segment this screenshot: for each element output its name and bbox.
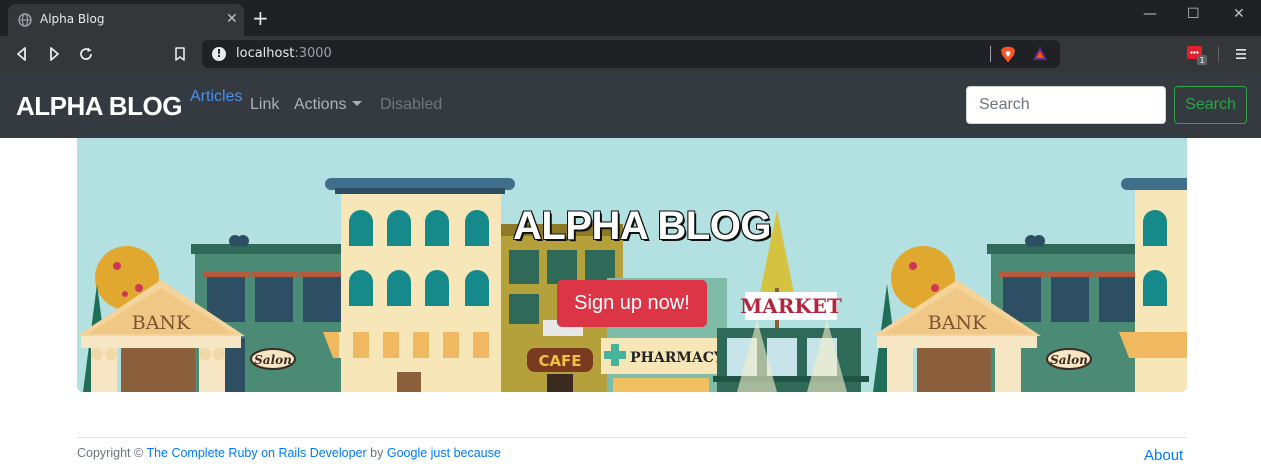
url-text[interactable]: localhost:3000 (236, 46, 332, 61)
signup-button[interactable]: Sign up now! (557, 280, 707, 327)
footer-copyright: Copyright © The Complete Ruby on Rails D… (77, 446, 501, 460)
search-input[interactable] (966, 86, 1166, 124)
toolbar-divider (1218, 46, 1219, 62)
nav-actions-dropdown[interactable]: Actions (294, 96, 363, 114)
bank-sign: BANK (132, 312, 191, 334)
extension-icon[interactable]: 1 (1187, 45, 1207, 65)
back-icon[interactable] (14, 46, 30, 62)
browser-tab[interactable]: Alpha Blog ✕ (8, 4, 244, 36)
nav-articles[interactable]: Articles (190, 88, 242, 106)
extension-badge: 1 (1199, 56, 1204, 65)
reload-icon[interactable] (78, 46, 94, 62)
tab-title: Alpha Blog (40, 12, 105, 26)
nav-disabled: Disabled (380, 96, 443, 113)
site-navbar: ALPHA BLOG Articles Link Actions Disable… (0, 72, 1261, 138)
url-divider (990, 46, 991, 62)
globe-icon (18, 13, 32, 27)
about-link[interactable]: About (1144, 447, 1183, 464)
market-sign: MARKET (740, 294, 842, 318)
window-minimize-button[interactable]: — (1143, 6, 1157, 22)
cafe-sign: CAFE (538, 352, 581, 370)
by-label: by (370, 446, 384, 460)
address-bar[interactable]: ! localhost:3000 (202, 40, 1060, 68)
footer-divider (77, 437, 1187, 438)
menu-icon[interactable] (1234, 46, 1248, 62)
close-icon[interactable]: ✕ (226, 12, 238, 26)
brand-logo[interactable]: ALPHA BLOG (16, 91, 182, 122)
search-button[interactable]: Search (1174, 86, 1247, 124)
hero-title: ALPHA BLOG (513, 204, 771, 248)
browser-tab-bar: Alpha Blog ✕ + — ☐ ✕ (0, 0, 1261, 36)
copyright-label: Copyright © (77, 446, 144, 460)
browser-toolbar: ! localhost:3000 1 (0, 36, 1261, 72)
hero-banner: BANK Salon CAFE PHARMACY MARKET BANK Sal… (77, 138, 1187, 392)
window-close-button[interactable]: ✕ (1233, 6, 1245, 22)
bookmark-icon[interactable] (172, 46, 188, 62)
brave-shield-icon[interactable] (1000, 46, 1016, 63)
nav-link[interactable]: Link (250, 96, 279, 114)
salon-sign-right: Salon (1050, 353, 1088, 367)
window-maximize-button[interactable]: ☐ (1187, 6, 1200, 22)
google-link[interactable]: Google just because (387, 446, 501, 460)
salon-sign: Salon (254, 353, 292, 367)
course-link[interactable]: The Complete Ruby on Rails Developer (146, 446, 366, 460)
nav-actions-label: Actions (294, 96, 347, 113)
url-port: :3000 (294, 46, 332, 61)
bank-sign-right: BANK (928, 312, 987, 334)
town-illustration: BANK Salon CAFE PHARMACY MARKET BANK Sal… (77, 138, 1187, 392)
forward-icon[interactable] (46, 46, 62, 62)
pharmacy-sign: PHARMACY (630, 350, 725, 366)
url-host: localhost (236, 46, 295, 61)
bat-rewards-icon[interactable] (1032, 46, 1048, 62)
info-icon[interactable]: ! (212, 47, 226, 61)
plus-icon[interactable]: + (252, 7, 269, 29)
caret-down-icon (352, 101, 363, 106)
